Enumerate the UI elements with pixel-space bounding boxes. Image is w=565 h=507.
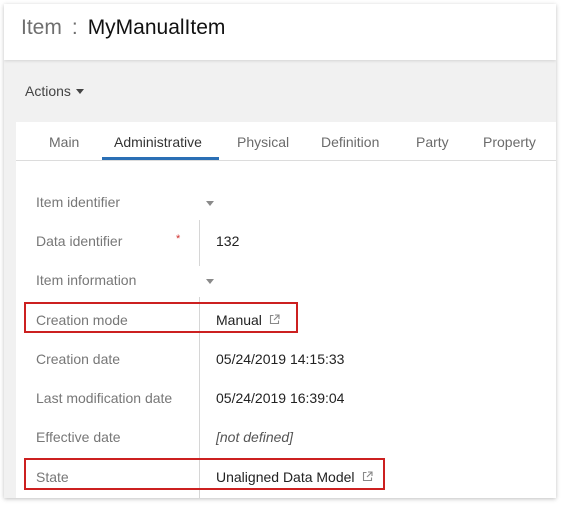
tab-administrative[interactable]: Administrative [114, 134, 202, 150]
tab-definition[interactable]: Definition [321, 134, 379, 150]
caret-down-icon [75, 88, 84, 94]
tab-bar: Main Administrative Physical Definition … [16, 122, 556, 161]
effective-date-label: Effective date [36, 429, 121, 445]
tab-property[interactable]: Property [483, 134, 536, 150]
creation-date-label: Creation date [36, 351, 121, 367]
creation-date-value: 05/24/2019 14:15:33 [216, 351, 345, 367]
actions-menu-button[interactable]: Actions [25, 83, 84, 99]
tab-main[interactable]: Main [49, 134, 79, 150]
state-highlight [24, 458, 385, 490]
section-item-information[interactable]: Item information [36, 272, 136, 288]
section-item-identifier[interactable]: Item identifier [36, 194, 120, 210]
page-title: Item: MyManualItem [21, 16, 225, 40]
data-identifier-value: 132 [216, 233, 240, 249]
page-header: Item: MyManualItem [4, 4, 556, 60]
last-modification-date-label: Last modification date [36, 390, 173, 406]
field-divider-top [199, 220, 200, 266]
chevron-down-icon[interactable] [206, 201, 214, 206]
details-panel: Main Administrative Physical Definition … [16, 122, 556, 498]
effective-date-value: [not defined] [216, 429, 294, 445]
data-identifier-label: Data identifier [36, 233, 123, 249]
chevron-down-icon[interactable] [206, 279, 214, 284]
item-type-label: Item [21, 16, 62, 39]
item-window: Item: MyManualItem Actions Main Administr… [4, 4, 556, 498]
required-indicator: * [176, 233, 181, 245]
actions-label: Actions [25, 83, 71, 99]
tab-party[interactable]: Party [416, 134, 449, 150]
creation-mode-highlight [24, 302, 298, 333]
tab-physical[interactable]: Physical [237, 134, 289, 150]
item-name: MyManualItem [87, 16, 226, 39]
title-separator: : [71, 16, 78, 39]
active-tab-indicator [102, 157, 219, 160]
last-modification-date-value: 05/24/2019 16:39:04 [216, 390, 345, 406]
